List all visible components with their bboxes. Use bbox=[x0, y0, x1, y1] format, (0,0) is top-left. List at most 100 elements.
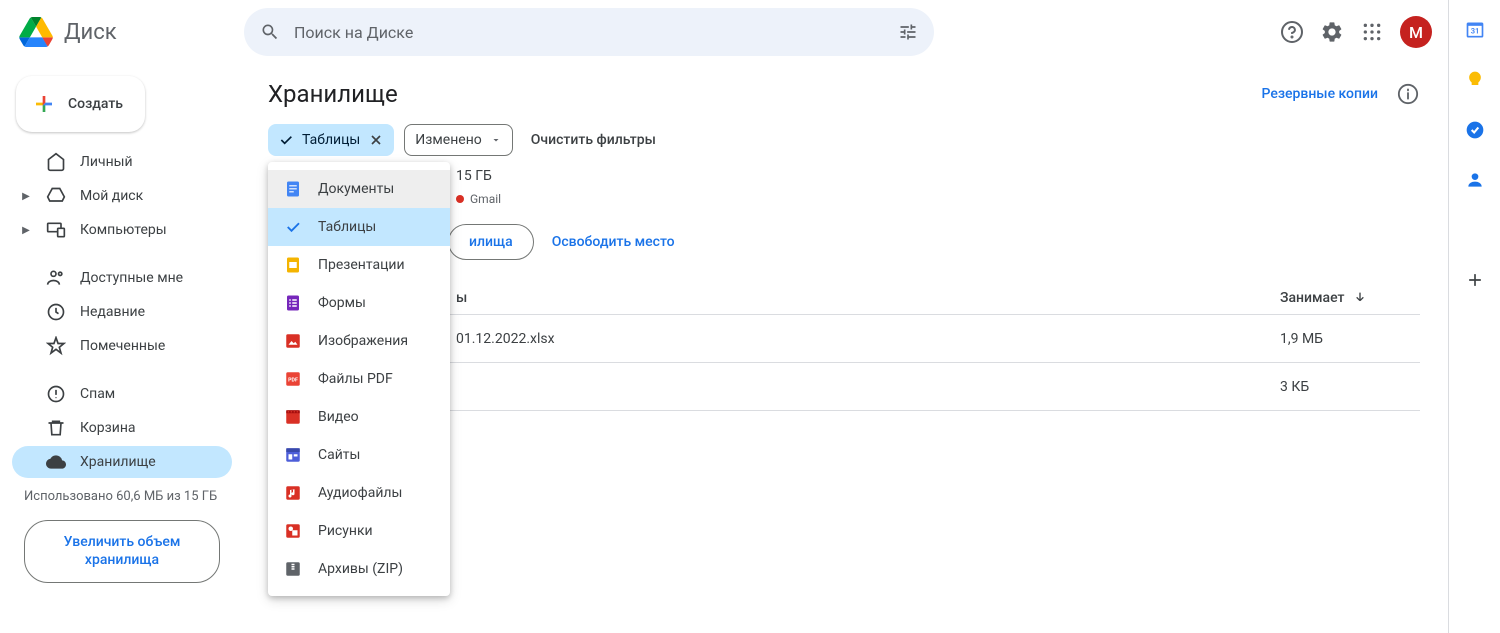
sidebar: Создать Личный ▶ Мой диск ▶ Компьютеры bbox=[0, 64, 244, 633]
clock-icon bbox=[46, 302, 66, 322]
cloud-icon bbox=[46, 452, 66, 472]
menu-label: Изображения bbox=[318, 333, 408, 349]
menu-item-drawings[interactable]: Рисунки bbox=[268, 512, 450, 550]
menu-label: Формы bbox=[318, 295, 366, 311]
legend-label: Gmail bbox=[470, 192, 501, 206]
contacts-icon[interactable] bbox=[1465, 170, 1485, 190]
sidebar-item-shared[interactable]: Доступные мне bbox=[12, 262, 232, 294]
chevron-right-icon[interactable]: ▶ bbox=[20, 225, 32, 236]
col-name-header[interactable]: ы bbox=[456, 290, 1280, 306]
col-size-header[interactable]: Занимает bbox=[1280, 290, 1420, 306]
nav-label: Корзина bbox=[80, 420, 136, 436]
sidebar-item-home[interactable]: Личный bbox=[12, 146, 232, 178]
close-icon[interactable] bbox=[368, 132, 384, 148]
menu-label: Аудиофайлы bbox=[318, 485, 402, 501]
menu-label: Архивы (ZIP) bbox=[318, 561, 403, 577]
tasks-icon[interactable] bbox=[1465, 120, 1485, 140]
clear-filters-button[interactable]: Очистить фильтры bbox=[523, 132, 664, 148]
sites-icon bbox=[284, 446, 302, 464]
avatar[interactable]: M bbox=[1400, 16, 1432, 48]
search-bar[interactable] bbox=[244, 8, 934, 56]
storage-total: 15 ГБ bbox=[456, 168, 1420, 184]
menu-label: Презентации bbox=[318, 257, 405, 273]
menu-label: Таблицы bbox=[318, 219, 376, 235]
chip-label: Изменено bbox=[415, 132, 481, 148]
docs-icon bbox=[284, 180, 302, 198]
menu-item-video[interactable]: Видео bbox=[268, 398, 450, 436]
upgrade-storage-button[interactable]: Увеличить объем хранилища bbox=[24, 520, 220, 582]
sidebar-item-storage[interactable]: Хранилище bbox=[12, 446, 232, 478]
menu-item-slides[interactable]: Презентации bbox=[268, 246, 450, 284]
sidebar-item-trash[interactable]: Корзина bbox=[12, 412, 232, 444]
menu-label: Сайты bbox=[318, 447, 360, 463]
create-label: Создать bbox=[68, 96, 123, 112]
menu-item-sheets[interactable]: Таблицы bbox=[268, 208, 450, 246]
trash-icon bbox=[46, 418, 66, 438]
nav-label: Личный bbox=[80, 154, 133, 170]
image-icon bbox=[284, 332, 302, 350]
forms-icon bbox=[284, 294, 302, 312]
nav-label: Доступные мне bbox=[80, 270, 183, 286]
settings-icon[interactable] bbox=[1320, 20, 1344, 44]
apps-icon[interactable] bbox=[1360, 20, 1384, 44]
keep-icon[interactable] bbox=[1465, 70, 1485, 90]
star-icon bbox=[46, 336, 66, 356]
menu-item-archives[interactable]: Архивы (ZIP) bbox=[268, 550, 450, 588]
nav-label: Помеченные bbox=[80, 338, 165, 354]
calendar-icon[interactable]: 31 bbox=[1465, 20, 1485, 40]
search-input[interactable] bbox=[294, 23, 884, 42]
menu-label: Видео bbox=[318, 409, 359, 425]
file-name: 01.12.2022.xlsx bbox=[456, 331, 1280, 347]
menu-label: Документы bbox=[318, 181, 394, 197]
nav-label: Мой диск bbox=[80, 188, 143, 204]
legend-dot-icon bbox=[456, 195, 464, 203]
menu-item-sites[interactable]: Сайты bbox=[268, 436, 450, 474]
sidebar-item-mydrive[interactable]: ▶ Мой диск bbox=[12, 180, 232, 212]
page-title: Хранилище bbox=[268, 80, 398, 108]
menu-item-pdf[interactable]: PDF Файлы PDF bbox=[268, 360, 450, 398]
legend: Gmail bbox=[456, 192, 1420, 206]
chevron-right-icon[interactable]: ▶ bbox=[20, 191, 32, 202]
menu-item-forms[interactable]: Формы bbox=[268, 284, 450, 322]
nav-label: Компьютеры bbox=[80, 222, 167, 238]
drive-icon bbox=[46, 186, 66, 206]
filter-chip-type[interactable]: Таблицы bbox=[268, 124, 394, 156]
sidebar-item-recent[interactable]: Недавние bbox=[12, 296, 232, 328]
slides-icon bbox=[284, 256, 302, 274]
chip-label: Таблицы bbox=[302, 132, 360, 148]
search-icon[interactable] bbox=[258, 20, 282, 44]
free-space-link[interactable]: Освободить место bbox=[552, 234, 675, 250]
people-icon bbox=[46, 268, 66, 288]
file-size: 1,9 МБ bbox=[1280, 331, 1420, 347]
tune-icon[interactable] bbox=[896, 20, 920, 44]
filter-chip-modified[interactable]: Изменено bbox=[404, 124, 512, 156]
backups-link[interactable]: Резервные копии bbox=[1262, 86, 1379, 102]
audio-icon bbox=[284, 484, 302, 502]
video-icon bbox=[284, 408, 302, 426]
expand-storage-button[interactable]: илища bbox=[448, 224, 534, 260]
sidebar-item-starred[interactable]: Помеченные bbox=[12, 330, 232, 362]
content-area: Хранилище Резервные копии Таблицы Измене… bbox=[244, 64, 1448, 633]
menu-item-documents[interactable]: Документы bbox=[268, 170, 450, 208]
spam-icon bbox=[46, 384, 66, 404]
topbar: Диск M bbox=[0, 0, 1448, 64]
check-icon bbox=[284, 218, 302, 236]
storage-usage-text: Использовано 60,6 МБ из 15 ГБ bbox=[12, 480, 232, 518]
menu-item-images[interactable]: Изображения bbox=[268, 322, 450, 360]
logo[interactable]: Диск bbox=[16, 12, 236, 52]
create-button[interactable]: Создать bbox=[16, 76, 145, 132]
menu-item-audio[interactable]: Аудиофайлы bbox=[268, 474, 450, 512]
nav-label: Хранилище bbox=[80, 454, 156, 470]
type-dropdown-menu: Документы Таблицы Презентации Формы bbox=[268, 162, 450, 596]
menu-label: Рисунки bbox=[318, 523, 373, 539]
menu-label: Файлы PDF bbox=[318, 371, 393, 387]
sidebar-item-computers[interactable]: ▶ Компьютеры bbox=[12, 214, 232, 246]
chevron-down-icon bbox=[490, 134, 502, 146]
file-size: 3 КБ bbox=[1280, 379, 1420, 395]
info-icon[interactable] bbox=[1396, 82, 1420, 106]
add-panel-icon[interactable] bbox=[1465, 270, 1485, 290]
help-icon[interactable] bbox=[1280, 20, 1304, 44]
drawings-icon bbox=[284, 522, 302, 540]
product-name: Диск bbox=[64, 20, 117, 45]
sidebar-item-spam[interactable]: Спам bbox=[12, 378, 232, 410]
